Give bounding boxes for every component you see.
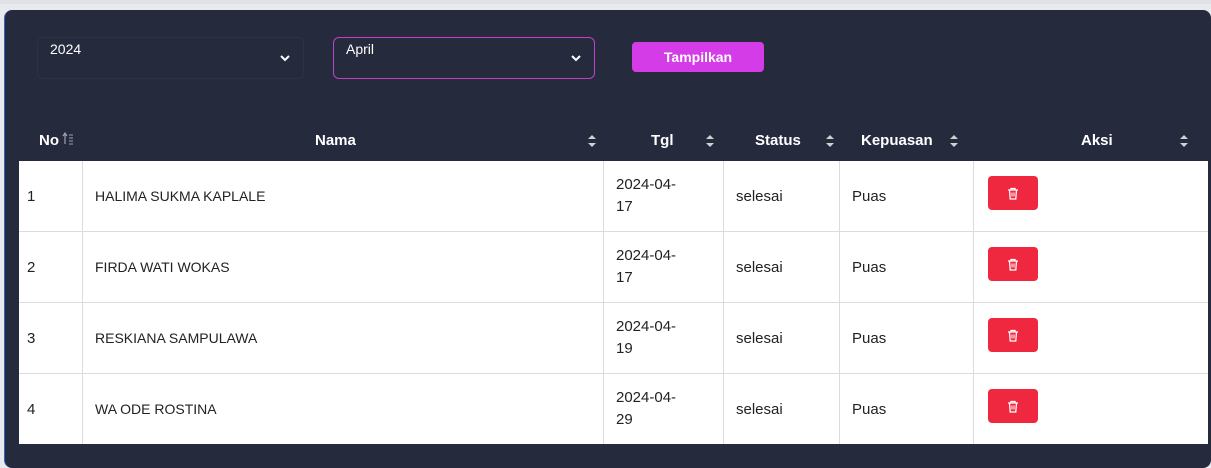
trash-icon: [1008, 258, 1018, 271]
sort-icon: [587, 120, 597, 161]
cell-tgl-part1: 2024-04-: [616, 247, 677, 264]
report-panel: 2024 April Tampilkan No Nama Tgl Status …: [4, 10, 1211, 468]
cell-aksi: [974, 303, 1208, 373]
cell-no: 2: [19, 232, 83, 302]
table-body: 1 HALIMA SUKMA KAPLALE 2024-04- 17 selesa…: [19, 161, 1208, 444]
sort-icon: [825, 120, 835, 161]
cell-kepuasan: Puas: [840, 303, 974, 373]
show-button[interactable]: Tampilkan: [632, 42, 764, 72]
delete-button[interactable]: [988, 318, 1038, 352]
cell-tgl: 2024-04- 17: [604, 161, 724, 231]
cell-nama: RESKIANA SAMPULAWA: [83, 303, 604, 373]
cell-kepuasan: Puas: [840, 232, 974, 302]
header-kepuasan-label: Kepuasan: [861, 132, 933, 149]
header-tgl[interactable]: Tgl: [651, 120, 674, 161]
sort-icon: [1179, 120, 1189, 161]
sort-icon: [949, 120, 959, 161]
cell-tgl: 2024-04- 19: [604, 303, 724, 373]
cell-aksi: [974, 374, 1208, 444]
delete-button[interactable]: [988, 176, 1038, 210]
cell-tgl-part2: 19: [616, 340, 633, 357]
cell-tgl-part1: 2024-04-: [616, 389, 677, 406]
trash-icon: [1008, 400, 1018, 413]
cell-nama: WA ODE ROSTINA: [83, 374, 604, 444]
month-select-value: April: [346, 41, 375, 57]
cell-no: 1: [19, 161, 83, 231]
year-select-value: 2024: [50, 41, 82, 57]
table-row: 4 WA ODE ROSTINA 2024-04- 29 selesai Puas: [19, 374, 1208, 444]
cell-status: selesai: [724, 374, 840, 444]
cell-tgl-part1: 2024-04-: [616, 318, 677, 335]
trash-icon: [1008, 187, 1018, 200]
cell-aksi: [974, 161, 1208, 231]
cell-tgl: 2024-04- 17: [604, 232, 724, 302]
cell-nama: FIRDA WATI WOKAS: [83, 232, 604, 302]
table-row: 2 FIRDA WATI WOKAS 2024-04- 17 selesai Pu…: [19, 232, 1208, 303]
header-aksi-label: Aksi: [1081, 132, 1113, 149]
chevron-down-icon: [570, 52, 584, 66]
cell-kepuasan: Puas: [840, 161, 974, 231]
cell-status: selesai: [724, 232, 840, 302]
table-row: 3 RESKIANA SAMPULAWA 2024-04- 19 selesai …: [19, 303, 1208, 374]
cell-status: selesai: [724, 161, 840, 231]
chevron-down-icon: [279, 52, 293, 66]
year-select[interactable]: 2024: [37, 37, 304, 79]
sort-asc-icon: [62, 131, 74, 150]
header-no[interactable]: No: [39, 120, 74, 161]
month-select[interactable]: April: [333, 37, 595, 79]
cell-tgl-part2: 29: [616, 411, 633, 428]
cell-nama: HALIMA SUKMA KAPLALE: [83, 161, 604, 231]
top-divider: [0, 0, 1211, 4]
cell-status: selesai: [724, 303, 840, 373]
table-row: 1 HALIMA SUKMA KAPLALE 2024-04- 17 selesa…: [19, 161, 1208, 232]
sort-icon: [705, 120, 715, 161]
cell-no: 4: [19, 374, 83, 444]
header-status[interactable]: Status: [755, 120, 801, 161]
header-no-label: No: [39, 132, 59, 149]
delete-button[interactable]: [988, 247, 1038, 281]
header-kepuasan[interactable]: Kepuasan: [861, 120, 933, 161]
header-nama-label: Nama: [315, 132, 356, 149]
cell-no: 3: [19, 303, 83, 373]
delete-button[interactable]: [988, 389, 1038, 423]
header-nama[interactable]: Nama: [315, 120, 356, 161]
cell-tgl-part2: 17: [616, 198, 633, 215]
header-tgl-label: Tgl: [651, 132, 674, 149]
table-header: No Nama Tgl Status Kepuasan Aksi: [19, 120, 1209, 161]
header-status-label: Status: [755, 132, 801, 149]
cell-tgl-part1: 2024-04-: [616, 176, 677, 193]
header-aksi[interactable]: Aksi: [1081, 120, 1113, 161]
cell-tgl-part2: 17: [616, 269, 633, 286]
cell-tgl: 2024-04- 29: [604, 374, 724, 444]
trash-icon: [1008, 329, 1018, 342]
cell-aksi: [974, 232, 1208, 302]
cell-kepuasan: Puas: [840, 374, 974, 444]
